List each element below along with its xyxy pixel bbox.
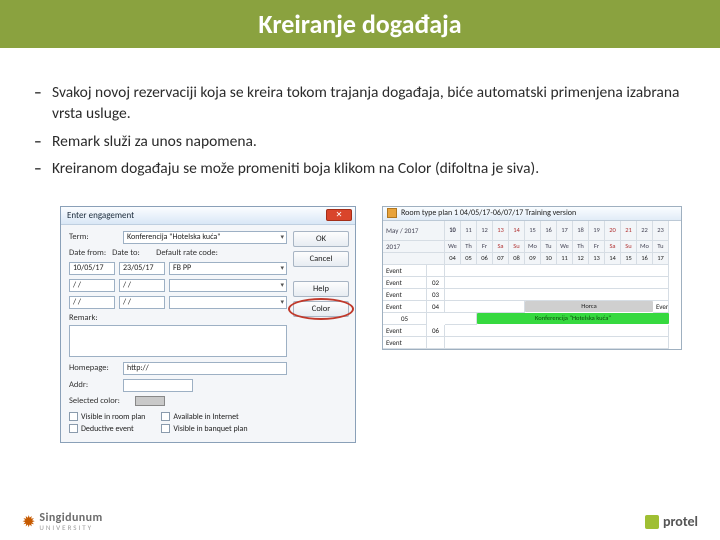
flame-icon: ✹ [22,512,35,532]
plan-row-label: Event [383,301,427,313]
bullet-list: Svakoj novoj rezervaciji koja se kreira … [0,48,720,198]
dialog-titlebar: Enter engagement ✕ [61,207,355,225]
plan-row-label: Event [653,301,669,313]
protel-logo: protel [645,513,698,530]
footer: ✹ Singidunum UNIVERSITY protel [0,511,720,532]
slot-2-select[interactable] [169,296,287,309]
page-title: Kreiranje događaja [258,8,461,40]
close-icon[interactable]: ✕ [326,209,352,221]
room-type-plan: Room type plan 1 04/05/17-06/07/17 Train… [382,206,682,350]
help-button[interactable]: Help [293,281,349,297]
plan-row-label: Event [383,277,427,289]
rate-code-label: Default rate code: [156,248,287,258]
date-to-label: Date to: [112,248,150,258]
bullet-item: Remark služi za unos napomena. [34,131,694,152]
engagement-dialog: Enter engagement ✕ Term: Konferencija "H… [60,206,356,443]
bullet-item: Svakoj novoj rezervaciji koja se kreira … [34,82,694,125]
bullet-item: Kreiranom događaju se može promeniti boj… [34,158,694,179]
slot-2b[interactable]: / / [119,296,165,309]
plan-row-label: Event [383,337,427,349]
singidunum-logo: ✹ Singidunum UNIVERSITY [22,511,103,532]
plan-title-text: Room type plan 1 04/05/17-06/07/17 Train… [401,208,576,218]
plan-row-label: Event [383,265,427,277]
color-swatch [135,396,165,406]
addr-input[interactable] [123,379,193,392]
figures-row: Enter engagement ✕ Term: Konferencija "H… [0,198,720,443]
cancel-button[interactable]: Cancel [293,251,349,267]
selected-color-label: Selected color: [69,396,129,406]
visible-room-plan-check[interactable]: Visible in room plan [69,412,145,422]
date-to-input[interactable]: 23/05/17 [119,262,165,275]
month-label: May / 2017 [383,221,445,241]
plan-row-label: Event [383,325,427,337]
deductive-event-check[interactable]: Deductive event [69,424,145,434]
plan-icon [387,208,397,218]
addr-label: Addr: [69,380,117,390]
homepage-label: Homepage: [69,363,117,373]
title-bar: Kreiranje događaja [0,0,720,48]
plan-grid: May / 2017 10 11 12 13 14 15 16 17 18 19… [383,221,681,349]
remark-textarea[interactable] [69,325,287,357]
homepage-input[interactable]: http:// [123,362,287,375]
date-from-label: Date from: [69,248,106,258]
term-select[interactable]: Konferencija "Hotelska kuća" [123,231,287,244]
event-bar-green[interactable]: Konferencija "Hotelska kuća" [477,313,669,324]
year-label: 2017 [383,241,445,253]
event-bar-grey[interactable]: Horca [525,301,653,312]
available-internet-check[interactable]: Available in Internet [161,412,247,422]
visible-banquet-check[interactable]: Visible in banquet plan [161,424,247,434]
square-icon [645,515,659,529]
plan-titlebar: Room type plan 1 04/05/17-06/07/17 Train… [383,207,681,221]
dialog-title: Enter engagement [67,210,134,221]
ok-button[interactable]: OK [293,231,349,247]
rate-code-select[interactable]: FB PP [169,262,287,275]
slot-1b[interactable]: / / [119,279,165,292]
plan-row-label: Event [383,289,427,301]
remark-label: Remark: [69,313,287,323]
slot-1-select[interactable] [169,279,287,292]
date-from-input[interactable]: 10/05/17 [69,262,115,275]
term-value: Konferencija "Hotelska kuća" [127,232,220,242]
slot-1a[interactable]: / / [69,279,115,292]
slot-2a[interactable]: / / [69,296,115,309]
color-button[interactable]: Color [293,301,349,317]
term-label: Term: [69,232,117,242]
